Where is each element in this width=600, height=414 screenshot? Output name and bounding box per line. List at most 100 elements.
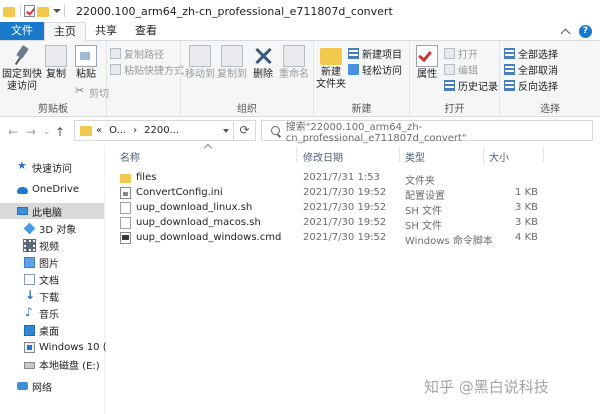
- select-all-label: 全部选择: [518, 49, 558, 61]
- back-icon[interactable]: ←: [8, 125, 18, 139]
- breadcrumb-item[interactable]: O...: [109, 125, 126, 136]
- recent-locations-icon[interactable]: ⌄: [43, 127, 51, 137]
- column-header-date[interactable]: 修改日期: [303, 149, 343, 164]
- file-date: 2021/7/31 1:53: [303, 172, 380, 183]
- invert-selection-button[interactable]: 反向选择: [504, 78, 558, 93]
- paste-shortcut-button[interactable]: 粘贴快捷方式: [110, 62, 184, 77]
- properties-button[interactable]: 属性: [412, 45, 442, 81]
- select-none-button[interactable]: 全部取消: [504, 62, 558, 77]
- tab-file[interactable]: 文件: [0, 22, 44, 40]
- address-row: ← → ⌄ ↑ « O... › 2200... ⟳ 搜索"22000.100_…: [0, 117, 600, 145]
- cut-button[interactable]: 剪切: [75, 84, 109, 100]
- nav-item-drive-e[interactable]: 本地磁盘 (E:): [0, 356, 104, 372]
- chevron-down-icon[interactable]: [223, 129, 229, 133]
- nav-item-this-pc[interactable]: 此电脑: [0, 203, 104, 219]
- nav-item-label: 音乐: [39, 309, 59, 321]
- address-bar[interactable]: « O... › 2200...: [74, 120, 234, 141]
- open-button[interactable]: 打开: [444, 46, 478, 61]
- watermark: 知乎 @黑白说科技: [424, 378, 549, 396]
- properties-quick-icon[interactable]: [24, 5, 35, 17]
- breadcrumb-separator[interactable]: ›: [133, 125, 137, 136]
- table-row[interactable]: uup_download_windows.cmd 2021/7/30 19:52…: [106, 231, 546, 247]
- desktop-icon: [24, 324, 35, 336]
- nav-item-videos[interactable]: 视频: [0, 237, 104, 253]
- nav-item-3d-objects[interactable]: 3D 对象: [0, 220, 104, 236]
- new-item-button[interactable]: 新建项目: [348, 46, 402, 61]
- collapse-ribbon-icon[interactable]: [560, 28, 571, 38]
- up-icon[interactable]: ↑: [55, 125, 65, 139]
- rename-button[interactable]: 重命名: [277, 45, 311, 81]
- select-none-icon: [504, 63, 515, 75]
- select-all-button[interactable]: 全部选择: [504, 46, 558, 61]
- star-icon: [17, 159, 28, 173]
- copy-to-button[interactable]: 复制到: [217, 45, 247, 81]
- search-box[interactable]: 搜索"22000.100_arm64_zh-cn_professional_e7…: [261, 118, 593, 144]
- ribbon-tabs: 文件 主页 共享 查看 ?: [0, 22, 600, 41]
- open-group-label: 打开: [444, 104, 465, 115]
- column-header-type[interactable]: 类型: [405, 149, 425, 164]
- column-header-size[interactable]: 大小: [489, 149, 509, 164]
- nav-item-label: 下载: [39, 292, 59, 304]
- breadcrumb-item[interactable]: 2200...: [144, 125, 179, 136]
- search-input[interactable]: 搜索"22000.100_arm64_zh-cn_professional_e7…: [286, 118, 592, 144]
- folder-icon: [120, 174, 131, 183]
- pin-to-quick-access-button[interactable]: 固定到快 速访问: [2, 45, 42, 93]
- properties-label: 属性: [417, 69, 437, 80]
- file-date: 2021/7/30 19:52: [303, 217, 387, 228]
- table-row[interactable]: uup_download_linux.sh 2021/7/30 19:52 SH…: [106, 201, 546, 217]
- nav-item-network[interactable]: 网络: [0, 378, 104, 394]
- file-name: uup_download_linux.sh: [136, 202, 253, 213]
- delete-button[interactable]: 删除: [251, 45, 275, 81]
- copy-path-button[interactable]: 复制路径: [110, 46, 164, 61]
- copy-button[interactable]: 复制: [42, 45, 70, 81]
- tab-home[interactable]: 主页: [44, 22, 86, 41]
- edit-label: 编辑: [458, 65, 478, 77]
- organize-group: 移动到 复制到 删除 重命名 组织: [180, 41, 314, 117]
- file-size: 3 KB: [515, 217, 538, 228]
- delete-label: 删除: [253, 69, 273, 80]
- file-size: 1 KB: [515, 187, 538, 198]
- nav-item-quick-access[interactable]: 快速访问: [0, 159, 104, 175]
- nav-item-desktop[interactable]: 桌面: [0, 322, 104, 338]
- move-to-button[interactable]: 移动到: [185, 45, 215, 81]
- table-row[interactable]: uup_download_macos.sh 2021/7/30 19:52 SH…: [106, 216, 546, 232]
- help-icon[interactable]: ?: [579, 24, 592, 38]
- paste-button[interactable]: 粘贴: [72, 45, 100, 81]
- file-name: ConvertConfig.ini: [136, 187, 223, 198]
- breadcrumb-overflow[interactable]: «: [96, 125, 102, 136]
- scissors-icon: [75, 84, 86, 98]
- nav-item-label: 网络: [32, 382, 52, 394]
- edit-icon: [444, 63, 455, 75]
- folder-icon: [3, 7, 15, 17]
- table-row[interactable]: ConvertConfig.ini 2021/7/30 19:52 配置设置 1…: [106, 186, 546, 202]
- tab-view[interactable]: 查看: [126, 22, 166, 40]
- column-header-name[interactable]: 名称: [120, 149, 140, 164]
- tab-share[interactable]: 共享: [86, 22, 126, 40]
- nav-item-music[interactable]: 音乐: [0, 305, 104, 321]
- refresh-icon[interactable]: ⟳: [234, 120, 256, 141]
- nav-item-label: 3D 对象: [39, 224, 77, 236]
- table-row[interactable]: files 2021/7/31 1:53 文件夹: [106, 171, 546, 187]
- title-bar: 22000.100_arm64_zh-cn_professional_e7118…: [0, 0, 600, 22]
- organize-group-label: 组织: [237, 104, 257, 115]
- new-folder-quick-icon[interactable]: [37, 7, 49, 17]
- chevron-down-icon[interactable]: [53, 8, 61, 17]
- network-icon: [17, 382, 28, 390]
- nav-item-downloads[interactable]: 下载: [0, 288, 104, 304]
- nav-item-drive-c[interactable]: Windows 10 (C:): [0, 339, 121, 355]
- nav-item-documents[interactable]: 文档: [0, 271, 104, 287]
- copy-icon: [45, 45, 67, 67]
- nav-item-label: 视频: [39, 241, 59, 253]
- easy-access-button[interactable]: 轻松访问: [348, 62, 402, 77]
- history-button[interactable]: 历史记录: [444, 78, 498, 93]
- pictures-icon: [24, 256, 35, 268]
- easy-access-icon: [348, 63, 359, 75]
- forward-icon[interactable]: →: [26, 125, 36, 139]
- copy-to-label: 复制到: [217, 69, 247, 80]
- edit-button[interactable]: 编辑: [444, 62, 478, 77]
- nav-item-pictures[interactable]: 图片: [0, 254, 104, 270]
- sh-file-icon: [120, 217, 131, 229]
- new-folder-button[interactable]: 新建 文件夹: [316, 45, 346, 91]
- nav-item-onedrive[interactable]: OneDrive: [0, 181, 104, 197]
- pin-icon: [11, 45, 33, 67]
